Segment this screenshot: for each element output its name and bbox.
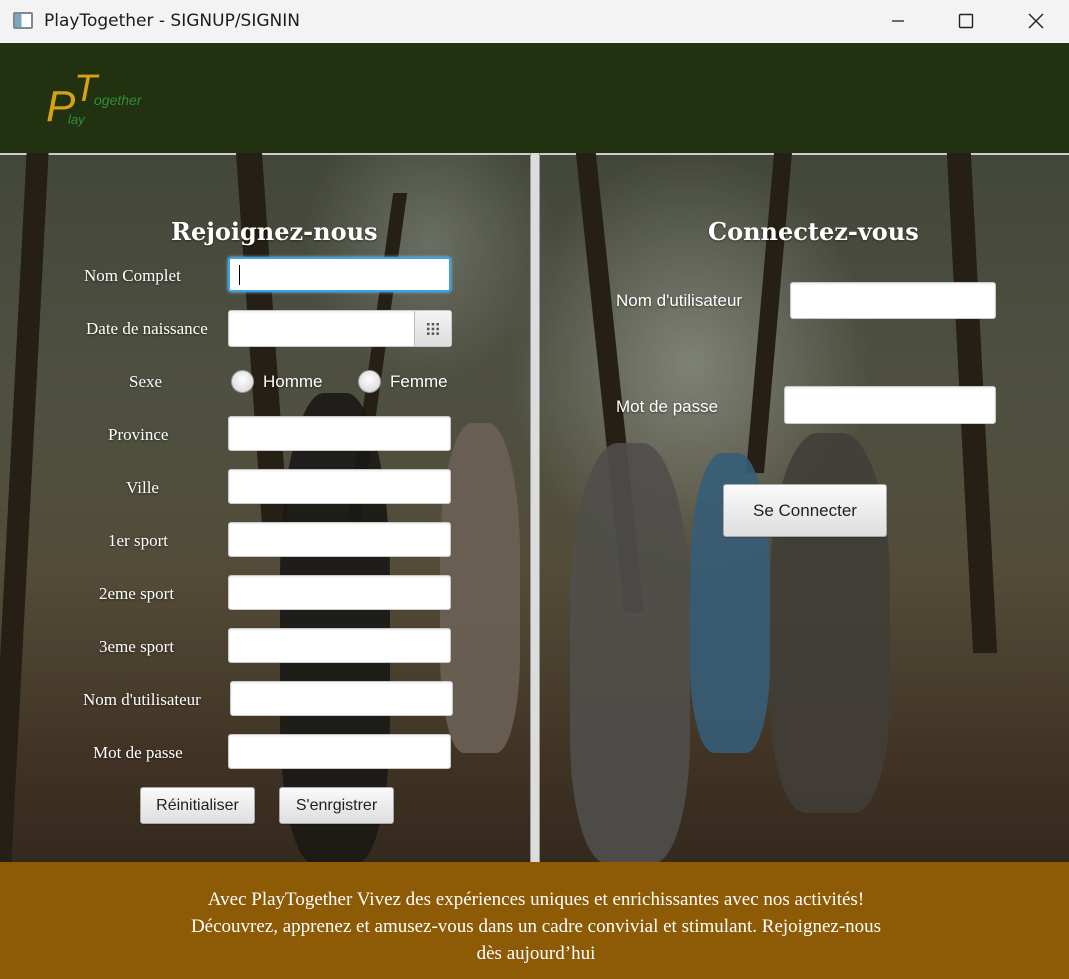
svg-text:ogether: ogether <box>94 92 143 108</box>
province-input[interactable] <box>228 416 451 451</box>
window-title: PlayTogether - SIGNUP/SIGNIN <box>44 11 300 31</box>
connect-button[interactable]: Se Connecter <box>723 484 887 537</box>
text-caret <box>239 265 240 285</box>
signin-username-input[interactable] <box>790 282 996 319</box>
sport3-input[interactable] <box>228 628 451 663</box>
signin-password-label: Mot de passe <box>616 397 719 416</box>
birth-date-label: Date de naissance <box>86 319 208 338</box>
register-button[interactable]: S'enrgistrer <box>279 787 394 824</box>
city-label: Ville <box>126 478 159 497</box>
sport3-label: 3eme sport <box>99 637 175 656</box>
app-icon <box>13 12 33 29</box>
signin-username-label: Nom d'utilisateur <box>616 291 743 310</box>
birth-date-picker[interactable] <box>228 310 452 347</box>
signup-heading: Rejoignez-nous <box>171 217 378 246</box>
minimize-icon <box>892 20 904 22</box>
sport2-input[interactable] <box>228 575 451 610</box>
radio-homme-label: Homme <box>263 372 323 391</box>
signin-password-input[interactable] <box>784 386 996 424</box>
full-name-label: Nom Complet <box>84 266 181 285</box>
maximize-button[interactable] <box>943 0 989 42</box>
radio-femme[interactable] <box>358 370 381 393</box>
province-label: Province <box>108 425 169 444</box>
city-input[interactable] <box>228 469 451 504</box>
footer-text: Avec PlayTogether Vivez des expériences … <box>190 889 882 964</box>
signup-username-label: Nom d'utilisateur <box>83 690 201 709</box>
sex-label: Sexe <box>129 372 163 391</box>
radio-homme[interactable] <box>231 370 254 393</box>
title-bar: PlayTogether - SIGNUP/SIGNIN <box>0 0 1069 44</box>
app-header: P T lay ogether <box>0 43 1069 153</box>
close-icon <box>1028 13 1044 29</box>
minimize-button[interactable] <box>875 0 921 42</box>
sport1-label: 1er sport <box>108 531 168 550</box>
calendar-button[interactable] <box>414 311 451 346</box>
signin-heading: Connectez-vous <box>708 217 919 246</box>
logo: P T lay ogether <box>46 69 143 129</box>
signup-username-input[interactable] <box>230 681 453 716</box>
signup-password-label: Mot de passe <box>93 743 183 762</box>
full-name-input[interactable] <box>228 257 451 292</box>
footer: Avec PlayTogether Vivez des expériences … <box>0 862 1069 979</box>
maximize-icon <box>958 13 974 29</box>
radio-femme-label: Femme <box>390 372 448 391</box>
svg-text:lay: lay <box>68 112 86 127</box>
calendar-icon <box>427 322 439 335</box>
sport2-label: 2eme sport <box>99 584 175 603</box>
panel-divider <box>530 153 540 862</box>
reset-button[interactable]: Réinitialiser <box>140 787 255 824</box>
sport1-input[interactable] <box>228 522 451 557</box>
signup-password-input[interactable] <box>228 734 451 769</box>
close-button[interactable] <box>1013 0 1059 42</box>
